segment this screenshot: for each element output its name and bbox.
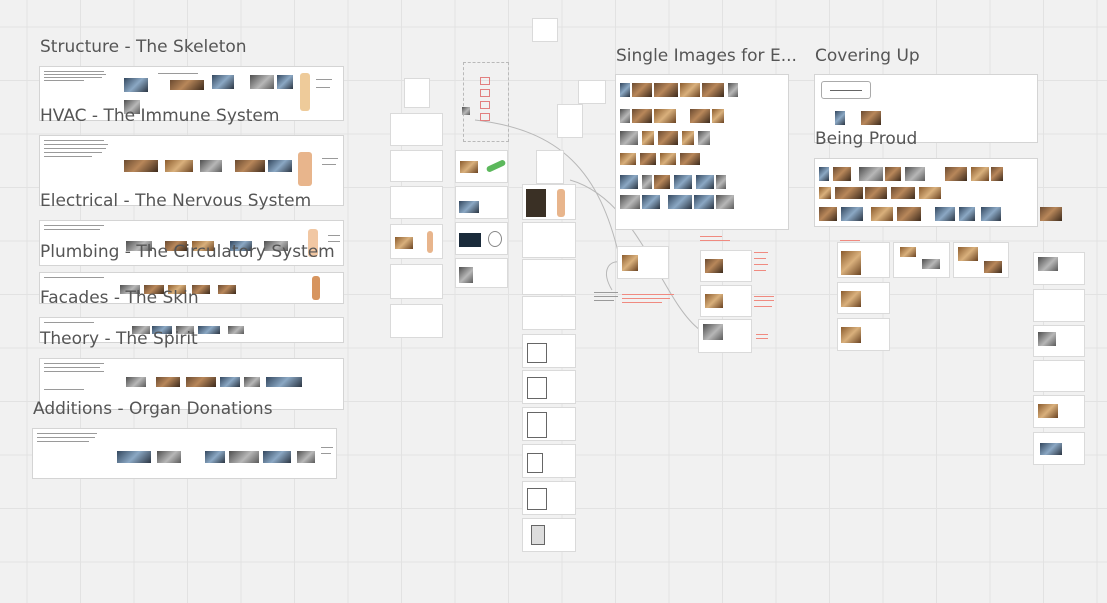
document-page[interactable] [390, 264, 443, 299]
section-title-covering-up: Covering Up [815, 46, 920, 66]
document-page[interactable] [390, 224, 443, 259]
document-page[interactable] [455, 222, 508, 255]
document-page[interactable] [522, 481, 576, 515]
document-page[interactable] [837, 242, 890, 278]
document-page[interactable] [617, 246, 669, 279]
document-page[interactable] [522, 222, 576, 258]
section-title-theory: Theory - The Spirit [40, 329, 198, 349]
document-page[interactable] [390, 113, 443, 146]
section-title-electrical: Electrical - The Nervous System [40, 191, 312, 211]
document-page[interactable] [893, 242, 950, 278]
circulatory-figure-image [312, 276, 320, 300]
board-single-images[interactable] [615, 74, 789, 230]
document-page[interactable] [455, 150, 508, 183]
document-page[interactable] [390, 150, 443, 182]
skeleton-figure-image [300, 73, 310, 111]
section-title-structure: Structure - The Skeleton [40, 37, 247, 57]
document-page[interactable] [532, 18, 558, 42]
document-page[interactable] [522, 518, 576, 552]
document-page[interactable] [390, 304, 443, 338]
document-page[interactable] [1033, 325, 1085, 357]
document-page[interactable] [455, 258, 508, 288]
green-sticker [485, 159, 507, 173]
document-page[interactable] [1033, 395, 1085, 428]
flowchart-diagram[interactable] [462, 62, 509, 142]
document-page[interactable] [522, 334, 576, 368]
section-title-facades: Facades - The Skin [40, 288, 199, 308]
section-title-additions: Additions - Organ Donations [33, 399, 273, 419]
document-page[interactable] [837, 318, 890, 351]
section-title-hvac: HVAC - The Immune System [40, 106, 280, 126]
board-being-proud[interactable] [814, 158, 1038, 227]
document-page[interactable] [837, 282, 890, 314]
board-additions[interactable] [32, 428, 337, 479]
lungs-figure-image [298, 152, 312, 186]
document-page[interactable] [1033, 432, 1085, 465]
document-page[interactable] [536, 150, 564, 184]
document-page[interactable] [1033, 252, 1085, 285]
document-page[interactable] [700, 250, 752, 282]
document-page[interactable] [522, 407, 576, 441]
document-page[interactable] [522, 296, 576, 330]
document-page[interactable] [522, 370, 576, 404]
document-page[interactable] [455, 186, 508, 219]
document-page[interactable] [698, 319, 752, 353]
loose-photo[interactable] [1040, 207, 1062, 221]
document-page[interactable] [1033, 360, 1085, 392]
document-page[interactable] [700, 285, 752, 317]
document-page[interactable] [522, 444, 576, 478]
section-title-plumbing: Plumbing - The Circulatory System [40, 242, 335, 262]
document-page[interactable] [404, 78, 430, 108]
document-page[interactable] [390, 186, 443, 219]
section-title-single-images: Single Images for E... [616, 46, 797, 66]
document-page[interactable] [522, 259, 576, 295]
section-title-being-proud: Being Proud [815, 129, 918, 149]
document-page[interactable] [578, 80, 606, 104]
document-page[interactable] [557, 104, 583, 138]
document-page[interactable] [953, 242, 1009, 278]
document-page[interactable] [522, 184, 576, 220]
document-page[interactable] [1033, 289, 1085, 322]
